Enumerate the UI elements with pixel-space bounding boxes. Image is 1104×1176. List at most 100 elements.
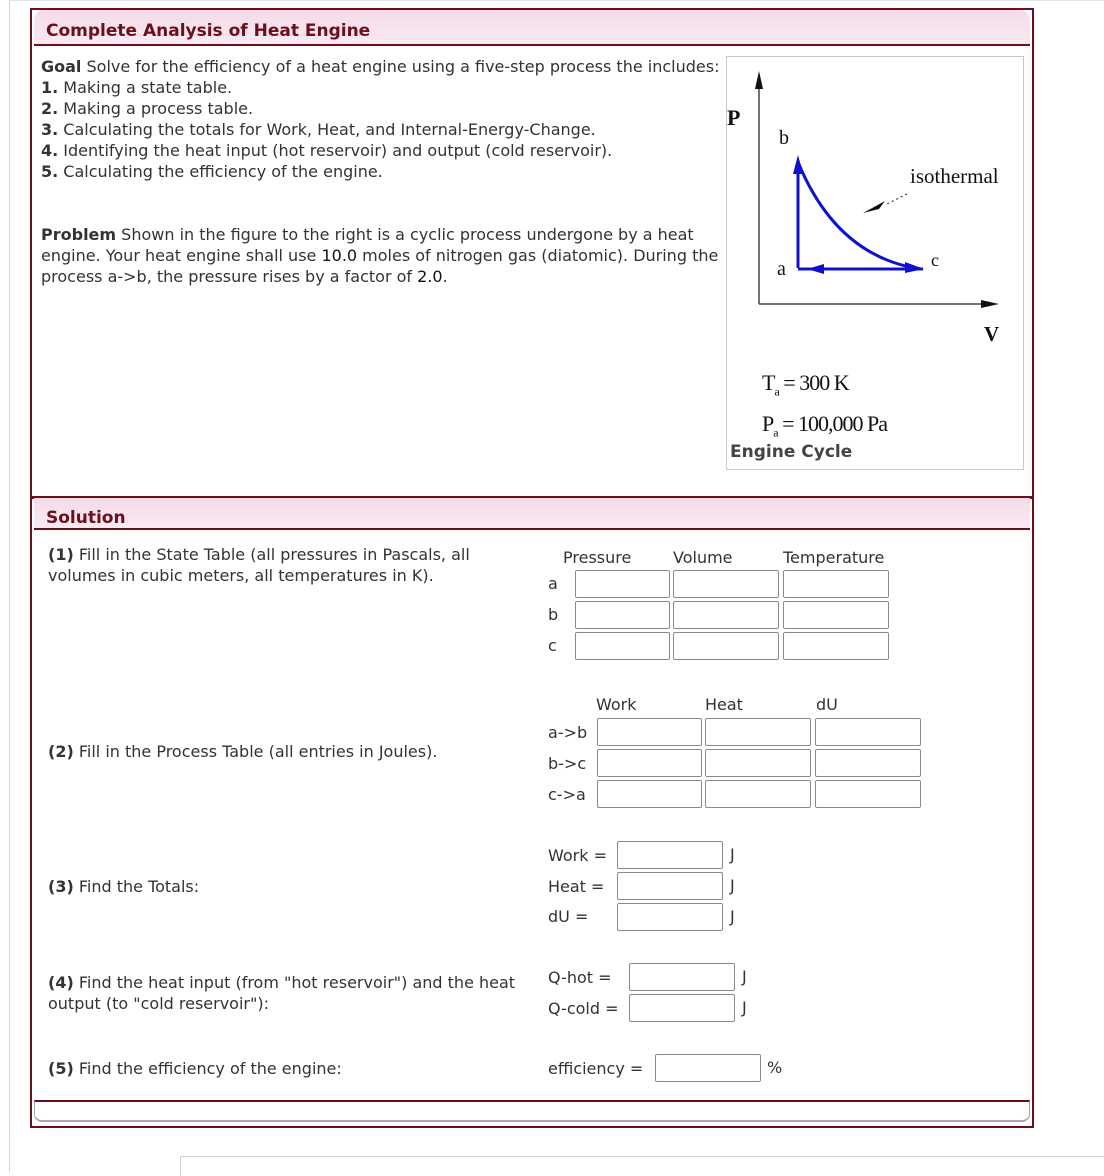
process-ab-du-input[interactable] <box>815 718 921 746</box>
process-col-heat: Heat <box>705 695 743 714</box>
point-b-label: b <box>779 127 789 149</box>
p-axis-label: P <box>727 105 741 130</box>
v-axis-label: V <box>984 322 1000 346</box>
temperature-a-readout: Ta = 300 K <box>762 370 850 399</box>
state-row-label: b <box>548 605 559 624</box>
total-du-input[interactable] <box>617 903 723 931</box>
pressure-factor-value: 2.0 <box>417 267 443 286</box>
state-b-pressure-input[interactable] <box>575 601 670 629</box>
page-left-rule <box>9 0 10 1172</box>
solution-title: Solution <box>46 508 126 528</box>
state-col-pressure: Pressure <box>563 548 632 567</box>
panel-footer <box>34 1100 1030 1122</box>
t-subscript: a <box>774 384 779 399</box>
state-c-pressure-input[interactable] <box>575 632 670 660</box>
q-cold-label: Q-cold = <box>548 999 619 1018</box>
process-ab-heat-input[interactable] <box>705 718 811 746</box>
state-row-label: c <box>548 636 557 655</box>
engine-cycle-figure: P b a c isothermal V Ta = 300 K Pa = 100… <box>726 56 1024 470</box>
step-text: Identifying the heat input (hot reservoi… <box>58 141 613 160</box>
state-a-temperature-input[interactable] <box>783 570 889 598</box>
step-number: 1. <box>41 78 59 97</box>
step-text: Find the heat input (from "hot reservoir… <box>48 973 516 1013</box>
point-a-label: a <box>777 258 786 280</box>
total-heat-label: Heat = <box>548 877 605 896</box>
p-subscript: a <box>773 425 778 440</box>
state-row-label: a <box>548 574 558 593</box>
state-b-volume-input[interactable] <box>673 601 779 629</box>
q-hot-label: Q-hot = <box>548 968 612 987</box>
next-panel-edge <box>180 1156 1104 1176</box>
pressure-a-readout: Pa = 100,000 Pa <box>762 411 888 440</box>
process-ca-heat-input[interactable] <box>705 780 811 808</box>
problem-section: Problem Shown in the figure to the right… <box>41 224 731 287</box>
p-symbol: P <box>762 411 774 436</box>
process-col-du: dU <box>816 695 838 714</box>
isothermal-pointer <box>886 193 908 205</box>
step-text: Find the Totals: <box>73 877 200 896</box>
step1-instructions: (1) Fill in the State Table (all pressur… <box>48 544 528 586</box>
step-text: Calculating the totals for Work, Heat, a… <box>58 120 596 139</box>
process-ab-work-input[interactable] <box>597 718 702 746</box>
total-du-unit: J <box>730 907 735 926</box>
step2-instructions: (2) Fill in the Process Table (all entri… <box>48 741 528 762</box>
goal-label: Goal <box>41 57 82 76</box>
total-du-label: dU = <box>548 907 589 926</box>
state-c-volume-input[interactable] <box>673 632 779 660</box>
figure-caption: Engine Cycle <box>730 442 853 462</box>
q-cold-unit: J <box>742 998 747 1017</box>
process-row-label: b->c <box>548 754 587 773</box>
state-a-pressure-input[interactable] <box>575 570 670 598</box>
step-text: Find the efficiency of the engine: <box>73 1059 342 1078</box>
panel-header: Complete Analysis of Heat Engine <box>34 10 1030 46</box>
step-number: (2) <box>48 742 74 761</box>
t-value: = 300 K <box>783 370 849 395</box>
total-work-unit: J <box>730 845 735 864</box>
process-col-work: Work <box>596 695 637 714</box>
state-b-temperature-input[interactable] <box>783 601 889 629</box>
process-bc-work-input[interactable] <box>597 749 702 777</box>
step-text: Fill in the Process Table (all entries i… <box>73 742 438 761</box>
step5-instructions: (5) Find the efficiency of the engine: <box>48 1058 528 1079</box>
point-c-label: c <box>931 250 939 270</box>
process-ca-du-input[interactable] <box>815 780 921 808</box>
state-c-temperature-input[interactable] <box>783 632 889 660</box>
q-hot-unit: J <box>742 967 747 986</box>
step-number: 4. <box>41 141 59 160</box>
total-heat-input[interactable] <box>617 872 723 900</box>
efficiency-input[interactable] <box>655 1054 761 1082</box>
step3-instructions: (3) Find the Totals: <box>48 876 528 897</box>
pv-diagram <box>755 71 999 308</box>
goal-text: Solve for the efficiency of a heat engin… <box>81 57 720 76</box>
process-ca-work-input[interactable] <box>597 780 702 808</box>
step-text: Making a process table. <box>58 99 254 118</box>
total-heat-unit: J <box>730 876 735 895</box>
efficiency-label: efficiency = <box>548 1059 644 1078</box>
q-hot-input[interactable] <box>629 963 735 991</box>
step-number: (5) <box>48 1059 74 1078</box>
state-a-volume-input[interactable] <box>673 570 779 598</box>
cycle-path <box>793 155 924 274</box>
q-cold-input[interactable] <box>629 994 735 1022</box>
t-symbol: T <box>762 370 775 395</box>
panel-title: Complete Analysis of Heat Engine <box>46 21 371 41</box>
step4-instructions: (4) Find the heat input (from "hot reser… <box>48 972 528 1014</box>
moles-value: 10.0 <box>321 246 358 265</box>
step-number: (3) <box>48 877 74 896</box>
isothermal-label: isothermal <box>910 164 999 188</box>
total-work-input[interactable] <box>617 841 723 869</box>
process-row-label: c->a <box>548 785 586 804</box>
step-number: 5. <box>41 162 59 181</box>
v-axis-arrow-icon <box>981 300 999 308</box>
p-value: = 100,000 Pa <box>782 411 888 436</box>
process-bc-du-input[interactable] <box>815 749 921 777</box>
step-number: (1) <box>48 545 74 564</box>
isothermal-arrow-icon <box>863 201 885 213</box>
page-top-rule <box>10 0 1104 1</box>
step-number: (4) <box>48 973 74 992</box>
goal-section: Goal Solve for the efficiency of a heat … <box>41 56 721 182</box>
step-text: Calculating the efficiency of the engine… <box>58 162 383 181</box>
heat-engine-panel: Complete Analysis of Heat Engine Goal So… <box>30 8 1034 1128</box>
step-text: Fill in the State Table (all pressures i… <box>48 545 470 585</box>
process-bc-heat-input[interactable] <box>705 749 811 777</box>
